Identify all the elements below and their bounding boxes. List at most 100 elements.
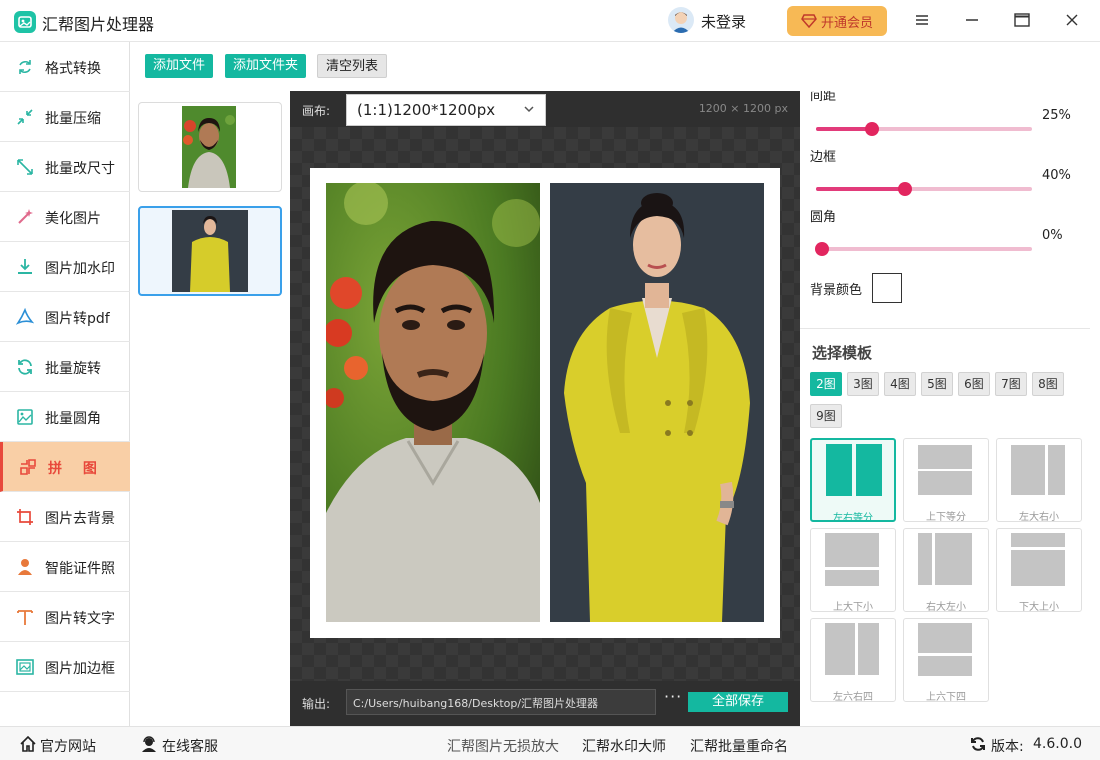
template-count-2[interactable]: 2图 — [810, 372, 842, 396]
sidebar-item-label: 格式转换 — [45, 61, 101, 77]
home-icon — [20, 736, 36, 752]
collage-photo-left[interactable] — [326, 183, 540, 622]
text-icon — [17, 610, 33, 625]
collage-icon — [20, 459, 36, 475]
template-left-six-right-four[interactable]: 左六右四 — [810, 618, 896, 703]
template-right-big-left-small[interactable]: 右大左小 — [903, 528, 989, 613]
layout-top-big-icon — [825, 533, 879, 586]
sidebar-item-label: 拼 图 — [48, 461, 105, 477]
menu-icon[interactable] — [912, 10, 932, 30]
template-left-big-right-small[interactable]: 左大右小 — [996, 438, 1082, 523]
spacing-slider-knob[interactable] — [865, 122, 880, 136]
sidebar-item-label: 批量改尺寸 — [45, 161, 115, 177]
template-count-5[interactable]: 5图 — [921, 372, 953, 396]
border-slider-knob[interactable] — [897, 182, 912, 196]
sidebar-item-format-convert[interactable]: 格式转换 — [0, 42, 130, 92]
sidebar-item-beautify[interactable]: 美化图片 — [0, 192, 130, 242]
version-label: 版本: — [991, 739, 1024, 755]
add-file-button[interactable]: 添加文件 — [145, 54, 214, 78]
template-top-six-bottom-four[interactable]: 上六下四 — [903, 618, 989, 703]
round-corner-icon — [17, 409, 33, 425]
sidebar-item-remove-background[interactable]: 图片去背景 — [0, 492, 130, 542]
sidebar-item-round-corner[interactable]: 批量圆角 — [0, 392, 130, 442]
add-folder-button[interactable]: 添加文件夹 — [225, 54, 307, 78]
sidebar-item-resize[interactable]: 批量改尺寸 — [0, 142, 130, 192]
promo-link-rename[interactable]: 汇帮批量重命名 — [690, 736, 788, 756]
template-top-bottom-equal[interactable]: 上下等分 — [903, 438, 989, 523]
template-name: 右大左小 — [926, 602, 966, 613]
version-number: 4.6.0.0 — [1033, 736, 1082, 752]
minimize-icon[interactable] — [962, 10, 982, 30]
sidebar-item-label: 美化图片 — [45, 211, 101, 227]
template-name: 左六右四 — [833, 692, 873, 703]
sidebar-item-compress[interactable]: 批量压缩 — [0, 92, 130, 142]
template-top-big-bottom-small[interactable]: 上大下小 — [810, 528, 896, 613]
clear-list-button[interactable]: 清空列表 — [317, 54, 388, 78]
sidebar-item-collage[interactable]: 拼 图 — [0, 442, 130, 492]
template-name: 下大上小 — [1019, 602, 1059, 613]
chevron-down-icon — [524, 106, 534, 113]
template-left-right-equal[interactable]: 左右等分 — [810, 438, 896, 524]
official-website-link[interactable]: 官方网站 — [40, 736, 96, 756]
template-bottom-big-top-small[interactable]: 下大上小 — [996, 528, 1082, 613]
sidebar-item-add-frame[interactable]: 图片加边框 — [0, 642, 130, 692]
sidebar-item-label: 批量旋转 — [45, 361, 101, 377]
beautify-icon — [18, 209, 33, 224]
canvas-dimensions: 1200 × 1200 px — [698, 102, 788, 115]
canvas-size-select[interactable]: (1:1)1200*1200px — [346, 94, 546, 126]
template-count-4[interactable]: 4图 — [884, 372, 916, 396]
person-icon — [18, 559, 32, 575]
template-count-8[interactable]: 8图 — [1032, 372, 1064, 396]
radius-slider-knob[interactable] — [815, 242, 830, 256]
save-all-button[interactable]: 全部保存 — [688, 692, 788, 712]
template-name: 上下等分 — [926, 512, 966, 523]
close-icon[interactable] — [1062, 10, 1082, 30]
sidebar-item-label: 批量圆角 — [45, 411, 101, 427]
sidebar: 格式转换 批量压缩 批量改尺寸 美化图片 图片加水印 图片转pdf 批量旋转 批… — [0, 42, 130, 726]
template-count-9[interactable]: 9图 — [810, 404, 842, 428]
sidebar-item-watermark[interactable]: 图片加水印 — [0, 242, 130, 292]
sidebar-item-label: 图片去背景 — [45, 511, 115, 527]
sidebar-item-rotate[interactable]: 批量旋转 — [0, 342, 130, 392]
radius-slider[interactable] — [815, 242, 1032, 256]
support-icon — [142, 736, 156, 752]
canvas-area: 画布: (1:1)1200*1200px 1200 × 1200 px 输出: … — [290, 91, 800, 726]
login-status[interactable]: 未登录 — [701, 11, 746, 32]
layout-right-big-icon — [918, 533, 972, 585]
template-count-6[interactable]: 6图 — [958, 372, 990, 396]
refresh-icon[interactable] — [970, 736, 986, 752]
browse-more-button[interactable]: ··· — [664, 687, 682, 706]
sidebar-item-label: 智能证件照 — [45, 561, 115, 577]
thumbnail-item-selected[interactable] — [138, 206, 282, 296]
user-avatar[interactable] — [668, 7, 694, 33]
sidebar-item-pdf[interactable]: 图片转pdf — [0, 292, 130, 342]
vip-label: 开通会员 — [820, 15, 873, 31]
template-count-7[interactable]: 7图 — [995, 372, 1027, 396]
promo-link-enlarge[interactable]: 汇帮图片无损放大 — [447, 736, 559, 756]
bg-color-label: 背景颜色 — [810, 283, 863, 298]
template-name: 左右等分 — [833, 513, 873, 524]
collage-preview[interactable] — [310, 168, 780, 638]
layout-left-six-icon — [825, 623, 879, 675]
promo-link-watermark[interactable]: 汇帮水印大师 — [582, 736, 666, 756]
thumbnail-item[interactable] — [138, 102, 282, 192]
thumbnail-man-image — [182, 106, 236, 188]
vip-button[interactable]: 开通会员 — [787, 6, 887, 36]
online-support-link[interactable]: 在线客服 — [162, 736, 218, 756]
sidebar-item-id-photo[interactable]: 智能证件照 — [0, 542, 130, 592]
divider — [800, 328, 1090, 329]
sidebar-item-label: 批量压缩 — [45, 111, 101, 127]
radius-value: 0% — [1042, 228, 1063, 243]
maximize-icon[interactable] — [1012, 10, 1032, 30]
rotate-icon — [18, 359, 32, 375]
border-slider[interactable] — [816, 182, 1032, 196]
spacing-slider[interactable] — [816, 122, 1032, 136]
template-count-3[interactable]: 3图 — [847, 372, 879, 396]
template-name: 上六下四 — [926, 692, 966, 703]
collage-photo-right[interactable] — [550, 183, 764, 622]
output-path-field[interactable]: C:/Users/huibang168/Desktop/汇帮图片处理器 — [346, 689, 656, 715]
layout-top-six-icon — [918, 623, 972, 676]
bg-color-swatch[interactable] — [872, 273, 902, 303]
sidebar-item-image-to-text[interactable]: 图片转文字 — [0, 592, 130, 642]
app-logo-icon — [14, 11, 36, 33]
